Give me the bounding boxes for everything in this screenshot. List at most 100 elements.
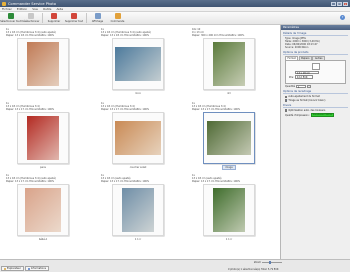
auto-fit-checkbox[interactable]: [285, 95, 288, 99]
fill-print-checkbox[interactable]: ✓: [285, 99, 288, 102]
details-title: Détails de l'image: [283, 32, 348, 36]
explorer-label: Explorateur: [7, 267, 21, 270]
color-optimize-option[interactable]: Optimisation auto. des Couleurs: [283, 109, 348, 112]
photo-frame[interactable]: [203, 112, 255, 164]
order-button[interactable]: Commande: [109, 12, 126, 24]
toolbar-separator: [42, 13, 43, 23]
crop-title: Options de recadrage: [283, 90, 348, 95]
maximize-button[interactable]: □: [337, 1, 342, 6]
photo-tile[interactable]: 1x 13 x 18 cm (Humbrious 3:4) Papier: 13 x…: [192, 102, 266, 175]
fill-print-option[interactable]: ✓ Tirage au format (Couvrir blanc): [283, 99, 348, 102]
extras-title: Divers: [283, 104, 348, 108]
extras-section: Divers Optimisation auto. des Couleurs Q…: [283, 104, 348, 118]
deselect-icon: [27, 13, 34, 19]
photo-thumbnail[interactable]: [27, 42, 59, 86]
view-button[interactable]: Affichage: [89, 12, 106, 24]
delete-button[interactable]: Supprimer: [46, 12, 63, 24]
toolbar: Sélectionner tout Désélectionner Supprim…: [0, 12, 350, 25]
menu-tools[interactable]: Outils: [43, 7, 52, 11]
photo-frame[interactable]: [112, 112, 164, 164]
quantity-label: Quantité: [285, 85, 295, 89]
photo-thumbnail[interactable]: [25, 188, 61, 232]
view-label: Affichage: [91, 20, 104, 23]
delete-all-icon: [71, 13, 77, 19]
info-icon: [27, 267, 30, 270]
delete-icon: [51, 13, 57, 19]
zoom-label: Zoom: [254, 261, 261, 264]
photo-caption-text: image: [222, 165, 236, 170]
delete-all-button[interactable]: Supprimer tout: [64, 12, 84, 24]
status-bar: Zoom Explorateur Informations 9 photo(s)…: [0, 259, 350, 272]
photo-tile[interactable]: 1x 13 x 18 cm (Humbrious 3:4) Papier: 13 x…: [6, 102, 80, 175]
information-label: Informations: [30, 267, 47, 270]
order-label: Commande: [110, 20, 125, 23]
tab-explorer[interactable]: Explorateur: [1, 266, 24, 271]
photo-thumbnail[interactable]: [213, 188, 245, 232]
photo-tile[interactable]: 1x 13 x 18 cm (Humbrious 3:4) Papier: 13 x…: [101, 102, 175, 175]
menu-edit[interactable]: Edition: [17, 7, 27, 11]
photo-frame[interactable]: [203, 38, 255, 90]
photo-caption-text: coucher soleil: [129, 166, 147, 169]
price-field: 0,12 EUR: [294, 75, 313, 79]
close-button[interactable]: ×: [343, 1, 348, 6]
window-title: Commander Service Photo: [8, 1, 56, 6]
help-icon[interactable]: ?: [340, 15, 345, 20]
deselect-button[interactable]: Désélectionner: [21, 12, 40, 24]
photo-caption: dcr: [192, 92, 266, 95]
photo-caption-text: pens: [40, 166, 46, 169]
photo-grid: 1x 13 x 18 cm (Humbrious 3:4) (auto ajust…: [6, 28, 276, 257]
zoom-slider-knob[interactable]: [269, 260, 272, 265]
checkmark-icon: [7, 13, 14, 19]
cart-icon: [114, 13, 121, 19]
menu-file[interactable]: Fichier: [2, 7, 12, 11]
photo-thumbnail[interactable]: [27, 116, 59, 160]
menu-view[interactable]: Vue: [32, 7, 38, 11]
fill-print-label: Tirage au format (Couvrir blanc): [288, 98, 326, 102]
tab-papers[interactable]: Papiers: [298, 56, 312, 60]
photo-caption: image: [192, 165, 266, 170]
delete-label: Supprimer: [47, 20, 61, 23]
photo-caption: bébé A: [6, 238, 80, 241]
photo-thumbnail[interactable]: [115, 121, 161, 155]
quality-badge: Excellente (300%): [311, 113, 335, 118]
zoom-slider[interactable]: [262, 260, 283, 265]
photo-thumbnail[interactable]: [115, 47, 161, 81]
photo-caption-text: bébé A: [38, 238, 48, 241]
photo-frame[interactable]: [17, 112, 69, 164]
tab-other[interactable]: Autres: [312, 56, 325, 60]
photo-tile[interactable]: 1x 13 x 18 cm (Humbrious 3:4) (auto ajust…: [6, 28, 80, 101]
quality-label: Qualité d'impression :: [285, 113, 311, 117]
quantity-stepper[interactable]: [306, 84, 311, 89]
photo-caption: 1 1 ir: [101, 238, 175, 241]
photo-frame[interactable]: [112, 184, 164, 236]
photo-frame[interactable]: [17, 184, 69, 236]
format-select[interactable]: 13 x 18 cm: [295, 70, 319, 75]
delete-all-label: Supprimer tout: [64, 20, 84, 23]
photo-tile[interactable]: 1x 13 x 18 cm (auto ajusté) Papier: 13 x 1…: [101, 174, 175, 247]
photo-tile[interactable]: 10x 10 9 x 13 cm Papier: 300 x 200 mm Hmnu…: [192, 28, 266, 101]
menu-help[interactable]: Aide: [56, 7, 63, 11]
select-all-button[interactable]: Sélectionner tout: [0, 12, 21, 24]
toolbar-separator: [85, 13, 86, 23]
photo-thumbnail[interactable]: [207, 121, 251, 155]
photo-caption-text: 4.ico: [135, 92, 141, 95]
folder-icon: [4, 267, 6, 270]
photo-frame[interactable]: [203, 184, 255, 236]
photo-tile[interactable]: 1x 13 x 18 cm (Humbrious 3:4) (auto ajust…: [101, 28, 175, 101]
photo-area: 1x 13 x 18 cm (Humbrious 3:4) (auto ajust…: [0, 25, 280, 259]
crop-section: Options de recadrage Auto-ajustement du …: [283, 90, 348, 102]
tab-format[interactable]: Format: [285, 56, 299, 60]
tab-information[interactable]: Informations: [24, 266, 50, 271]
photo-thumbnail[interactable]: [122, 188, 154, 232]
photo-tile[interactable]: 1x 13 x 18 cm (Humbrious 3:4) (auto ajust…: [6, 174, 80, 247]
detail-source: Source: 2006 Nikon: [285, 46, 309, 50]
photo-tile[interactable]: 1x 13 x 18 cm (auto ajusté) Papier: 13 x 1…: [192, 174, 266, 247]
color-optimize-checkbox[interactable]: [285, 109, 288, 112]
photo-thumbnail[interactable]: [213, 42, 245, 86]
format-preview: [311, 62, 320, 70]
format-tab-body: 13 x 18 cm Pris: 0,12 EUR: [285, 59, 346, 84]
quantity-input[interactable]: 1: [295, 84, 306, 89]
photo-frame[interactable]: [17, 38, 69, 90]
minimize-button[interactable]: _: [331, 1, 336, 6]
photo-frame[interactable]: [112, 38, 164, 90]
